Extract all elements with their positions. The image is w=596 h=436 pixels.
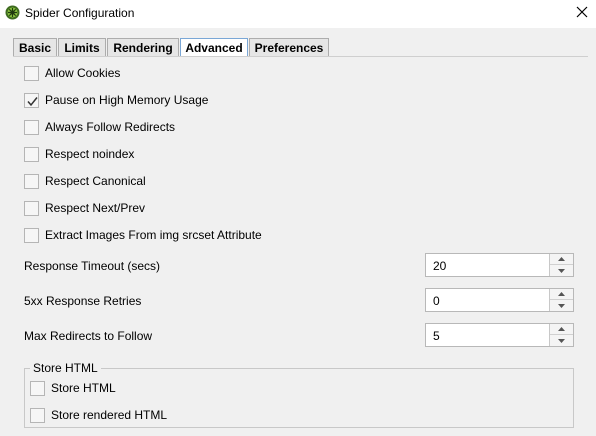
- close-button[interactable]: [568, 0, 596, 26]
- pause-high-memory-option[interactable]: Pause on High Memory Usage: [24, 91, 208, 109]
- always-follow-redirects-option[interactable]: Always Follow Redirects: [24, 118, 175, 136]
- 5xx-retries-label: 5xx Response Retries: [24, 294, 142, 308]
- store-rendered-html-checkbox[interactable]: [30, 407, 45, 423]
- chevron-down-icon: [558, 268, 565, 273]
- always-follow-redirects-checkbox[interactable]: [24, 119, 39, 135]
- option-label: Extract Images From img srcset Attribute: [45, 228, 262, 242]
- chevron-up-icon: [558, 257, 565, 261]
- option-label: Always Follow Redirects: [45, 120, 176, 134]
- tab-rendering[interactable]: Rendering: [107, 38, 179, 57]
- tab-label: Rendering: [113, 40, 173, 55]
- option-label: Store rendered HTML: [51, 408, 168, 422]
- extract-srcset-images-checkbox[interactable]: [24, 227, 39, 243]
- spinner-buttons: [549, 254, 573, 276]
- respect-noindex-checkbox[interactable]: [24, 146, 39, 162]
- store-rendered-html-option[interactable]: Store rendered HTML: [30, 406, 167, 424]
- tab-basic[interactable]: Basic: [13, 38, 57, 57]
- response-timeout-value[interactable]: 20: [433, 259, 446, 273]
- spin-up-button[interactable]: [550, 289, 573, 300]
- option-label: Respect Next/Prev: [45, 201, 146, 215]
- title-bar: Spider Configuration: [0, 0, 596, 28]
- tab-label: Preferences: [254, 40, 324, 55]
- tab-label: Limits: [64, 40, 100, 55]
- store-html-group-title: Store HTML: [30, 361, 101, 375]
- window-title: Spider Configuration: [25, 6, 135, 20]
- respect-noindex-option[interactable]: Respect noindex: [24, 145, 134, 163]
- option-label: Respect noindex: [45, 147, 135, 161]
- spin-down-button[interactable]: [550, 265, 573, 276]
- tab-label: Basic: [18, 40, 52, 55]
- option-label: Store HTML: [51, 381, 116, 395]
- spin-down-button[interactable]: [550, 335, 573, 346]
- respect-next-prev-checkbox[interactable]: [24, 200, 39, 216]
- store-html-checkbox[interactable]: [30, 380, 45, 396]
- 5xx-retries-spinner[interactable]: 0: [425, 288, 574, 312]
- spin-down-button[interactable]: [550, 300, 573, 311]
- checkmark-icon: [27, 96, 38, 106]
- option-label: Allow Cookies: [45, 66, 121, 80]
- chevron-down-icon: [558, 338, 565, 343]
- respect-next-prev-option[interactable]: Respect Next/Prev: [24, 199, 145, 217]
- spinner-buttons: [549, 289, 573, 311]
- tab-advanced[interactable]: Advanced: [180, 38, 248, 57]
- allow-cookies-checkbox[interactable]: [24, 65, 39, 81]
- spider-icon: [5, 5, 20, 20]
- extract-srcset-images-option[interactable]: Extract Images From img srcset Attribute: [24, 226, 262, 244]
- spinner-buttons: [549, 324, 573, 346]
- 5xx-retries-value[interactable]: 0: [433, 294, 440, 308]
- tab-limits[interactable]: Limits: [58, 38, 106, 57]
- spin-up-button[interactable]: [550, 324, 573, 335]
- respect-canonical-checkbox[interactable]: [24, 173, 39, 189]
- pause-high-memory-checkbox[interactable]: [24, 92, 39, 108]
- close-icon: [576, 6, 588, 21]
- allow-cookies-option[interactable]: Allow Cookies: [24, 64, 120, 82]
- chevron-up-icon: [558, 292, 565, 296]
- chevron-up-icon: [558, 327, 565, 331]
- chevron-down-icon: [558, 303, 565, 308]
- tab-label: Advanced: [185, 40, 243, 55]
- max-redirects-value[interactable]: 5: [433, 329, 440, 343]
- max-redirects-spinner[interactable]: 5: [425, 323, 574, 347]
- response-timeout-spinner[interactable]: 20: [425, 253, 574, 277]
- store-html-option[interactable]: Store HTML: [30, 379, 116, 397]
- tab-divider: [13, 56, 588, 57]
- spin-up-button[interactable]: [550, 254, 573, 265]
- max-redirects-label: Max Redirects to Follow: [24, 329, 153, 343]
- response-timeout-label: Response Timeout (secs): [24, 259, 161, 273]
- option-label: Respect Canonical: [45, 174, 146, 188]
- respect-canonical-option[interactable]: Respect Canonical: [24, 172, 146, 190]
- tab-preferences[interactable]: Preferences: [249, 38, 329, 57]
- option-label: Pause on High Memory Usage: [45, 93, 209, 107]
